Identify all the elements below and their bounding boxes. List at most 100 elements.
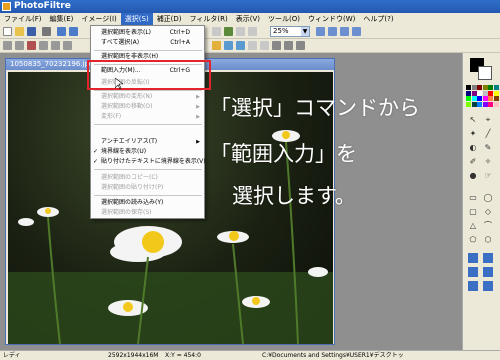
color-swatch[interactable]: [466, 85, 471, 90]
color-swatch[interactable]: [466, 90, 471, 96]
color-swatch[interactable]: [482, 90, 488, 96]
filter-icon-3[interactable]: [27, 41, 36, 50]
spray-tool-icon[interactable]: ✧: [483, 157, 493, 167]
filter-icon-2[interactable]: [15, 41, 24, 50]
color-swatch[interactable]: [493, 96, 499, 101]
zoom-in-icon[interactable]: [316, 27, 325, 36]
rounded-rect-tool-icon[interactable]: ▢: [468, 207, 478, 217]
full-screen-icon[interactable]: [352, 27, 361, 36]
menu-item-deform[interactable]: 変形(F) ▶: [91, 112, 204, 122]
color-swatch[interactable]: [488, 96, 493, 101]
filter-icon-7[interactable]: [212, 41, 221, 50]
color-swatch[interactable]: [477, 85, 482, 90]
menu-help[interactable]: ヘルプ(?): [359, 13, 397, 25]
tool-button-a[interactable]: [212, 27, 221, 36]
option-d-icon[interactable]: [483, 267, 493, 277]
color-swatch[interactable]: [482, 101, 488, 107]
menu-item-show-selection[interactable]: 選択範囲を表示(L) Ctrl+D: [91, 28, 204, 38]
tool-button-c[interactable]: [236, 27, 245, 36]
color-swatch[interactable]: [471, 101, 477, 107]
rectangle-tool-icon[interactable]: ▭: [468, 193, 478, 203]
filter-icon-9[interactable]: [236, 41, 245, 50]
option-e-icon[interactable]: [468, 281, 478, 291]
color-swatch[interactable]: [482, 96, 488, 101]
menu-view[interactable]: 表示(V): [232, 13, 264, 25]
filter-icon-11[interactable]: [260, 41, 269, 50]
filter-icon-10[interactable]: [248, 41, 257, 50]
menu-item-select-all[interactable]: すべて選択(A) Ctrl+A: [91, 38, 204, 48]
filter-icon-14[interactable]: [296, 41, 305, 50]
pen-tool-icon[interactable]: ✎: [483, 143, 493, 153]
filter-icon-8[interactable]: [224, 41, 233, 50]
color-swatch[interactable]: [488, 101, 493, 107]
menu-item-text-border[interactable]: 貼り付けたテキストに境界線を表示(V): [91, 157, 206, 167]
line-tool-icon[interactable]: ╱: [483, 129, 493, 139]
zoom-fit-icon[interactable]: [340, 27, 349, 36]
color-swatch[interactable]: [488, 90, 493, 96]
fill-tool-icon[interactable]: ◐: [468, 143, 478, 153]
color-swatch[interactable]: [493, 101, 499, 107]
color-swatch[interactable]: [493, 90, 499, 96]
menu-item-move-selection[interactable]: 選択範囲の移動(O) ▶: [91, 102, 204, 112]
triangle-tool-icon[interactable]: △: [468, 221, 478, 231]
filter-icon-12[interactable]: [272, 41, 281, 50]
color-swatch[interactable]: [477, 90, 482, 96]
color-swatch[interactable]: [477, 101, 482, 107]
zoom-out-icon[interactable]: [328, 27, 337, 36]
diamond-tool-icon[interactable]: ◇: [483, 207, 493, 217]
wand-tool-icon[interactable]: ✦: [468, 129, 478, 139]
menu-selection[interactable]: 選択(S): [120, 13, 153, 25]
menu-item-show-border[interactable]: 境界線を表示(U): [91, 147, 204, 157]
option-b-icon[interactable]: [483, 253, 493, 263]
menu-adjust[interactable]: 補正(D): [153, 13, 186, 25]
ellipse-tool-icon[interactable]: ◯: [483, 193, 493, 203]
filter-icon-4[interactable]: [39, 41, 48, 50]
blur-tool-icon[interactable]: ●: [468, 171, 478, 181]
tool-button-d[interactable]: [248, 27, 257, 36]
color-swatch[interactable]: [466, 101, 471, 107]
menu-item-antialias[interactable]: アンチエイリアス(T) ▶: [91, 137, 204, 147]
menu-image[interactable]: イメージ(I): [77, 13, 120, 25]
menu-item-copy-selection[interactable]: 選択範囲のコピー(C): [91, 173, 204, 183]
redo-icon[interactable]: [69, 27, 78, 36]
filter-icon-6[interactable]: [63, 41, 72, 50]
color-swatch[interactable]: [466, 96, 471, 101]
menu-item-paste-selection[interactable]: 選択範囲の貼り付け(P): [91, 183, 204, 193]
menu-item-save-selection[interactable]: 選択範囲の保存(S): [91, 208, 204, 218]
color-swatch[interactable]: [477, 96, 482, 101]
lasso-tool-icon[interactable]: ⌒: [483, 221, 493, 231]
menu-item-load-selection[interactable]: 選択範囲の読み込み(Y): [91, 198, 204, 208]
menu-tools[interactable]: ツール(O): [264, 13, 304, 25]
color-swatch[interactable]: [471, 85, 477, 90]
option-c-icon[interactable]: [468, 267, 478, 277]
undo-icon[interactable]: [57, 27, 66, 36]
menu-item-transform-selection[interactable]: 選択範囲の変形(N) ▶: [91, 92, 204, 102]
menu-filter[interactable]: フィルタ(R): [186, 13, 232, 25]
tool-button-b[interactable]: [224, 27, 233, 36]
open-folder-icon[interactable]: [15, 27, 24, 36]
pointer-tool-icon[interactable]: ↖: [468, 115, 478, 125]
menu-window[interactable]: ウィンドウ(W): [304, 13, 359, 25]
filter-icon-5[interactable]: [51, 41, 60, 50]
filter-icon-1[interactable]: [3, 41, 12, 50]
option-a-icon[interactable]: [468, 253, 478, 263]
menu-file[interactable]: ファイル(F): [0, 13, 46, 25]
save-icon[interactable]: [27, 27, 36, 36]
zoom-select[interactable]: 25% ▼: [270, 26, 310, 37]
print-icon[interactable]: [42, 27, 51, 36]
background-color-swatch[interactable]: [478, 66, 492, 80]
color-swatch[interactable]: [471, 96, 477, 101]
filter-icon-13[interactable]: [284, 41, 293, 50]
color-swatch[interactable]: [493, 85, 499, 90]
picker-tool-icon[interactable]: ⌖: [483, 115, 493, 125]
option-f-icon[interactable]: [483, 281, 493, 291]
brush-tool-icon[interactable]: ✐: [468, 157, 478, 167]
menu-edit[interactable]: 編集(E): [46, 13, 78, 25]
polygon-tool-icon[interactable]: ⬠: [468, 235, 478, 245]
shape-tool-icon[interactable]: ⬡: [483, 235, 493, 245]
color-swatch[interactable]: [488, 85, 493, 90]
new-file-icon[interactable]: [3, 27, 12, 36]
smudge-tool-icon[interactable]: ☞: [483, 171, 493, 181]
color-swatch[interactable]: [471, 90, 477, 96]
color-swatch[interactable]: [482, 85, 488, 90]
